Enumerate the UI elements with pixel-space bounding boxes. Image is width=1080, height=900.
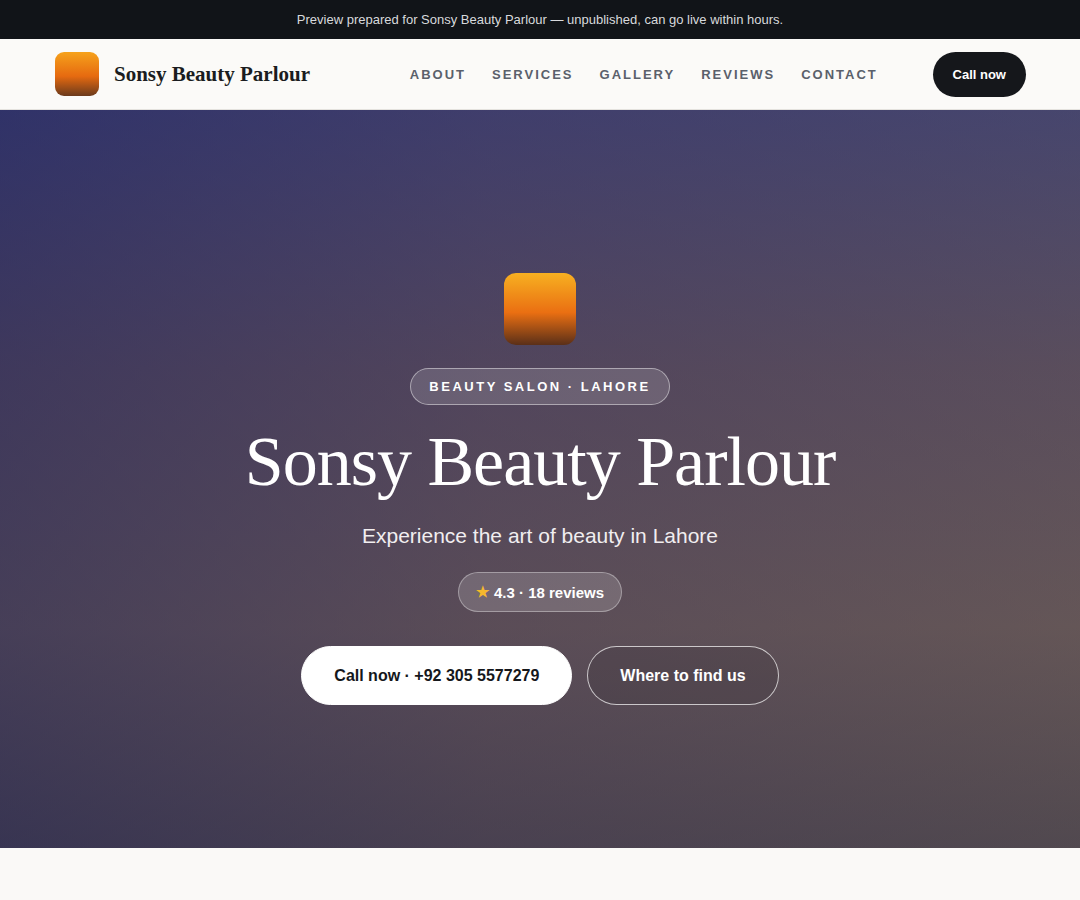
hero-subtitle: Experience the art of beauty in Lahore <box>362 524 718 548</box>
preview-banner: Preview prepared for Sonsy Beauty Parlou… <box>0 0 1080 39</box>
nav-link[interactable]: REVIEWS <box>701 67 775 82</box>
nav-links: ABOUT SERVICES GALLERY REVIEWS CONTACT <box>410 67 878 82</box>
nav-link[interactable]: CONTACT <box>801 67 878 82</box>
nav-bar: Sonsy Beauty Parlour ABOUT SERVICES GALLERY… <box>0 39 1080 110</box>
category-badge: BEAUTY SALON · LAHORE <box>410 368 669 405</box>
rating-pill: ★ 4.3 · 18 reviews <box>458 572 622 612</box>
hero: BEAUTY SALON · LAHORE Sonsy Beauty Parlou… <box>0 110 1080 848</box>
location-button[interactable]: Where to find us <box>587 646 778 705</box>
call-phone-button[interactable]: Call now · +92 305 5577279 <box>301 646 572 705</box>
logo-image <box>55 52 99 96</box>
brand[interactable]: Sonsy Beauty Parlour <box>55 52 355 96</box>
nav-link[interactable]: ABOUT <box>410 67 466 82</box>
hero-actions: Call now · +92 305 5577279 Where to find … <box>301 646 778 705</box>
page: Preview prepared for Sonsy Beauty Parlou… <box>0 0 1080 900</box>
next-section <box>0 848 1080 900</box>
hero-content: BEAUTY SALON · LAHORE Sonsy Beauty Parlou… <box>0 110 1080 848</box>
banner-text: Preview prepared for Sonsy Beauty Parlou… <box>297 12 783 27</box>
hero-logo-image <box>504 273 576 345</box>
star-icon: ★ <box>476 583 489 601</box>
nav-link[interactable]: GALLERY <box>600 67 676 82</box>
nav-link[interactable]: SERVICES <box>492 67 574 82</box>
hero-title: Sonsy Beauty Parlour <box>245 423 836 500</box>
brand-name: Sonsy Beauty Parlour <box>114 62 310 87</box>
call-button[interactable]: Call now <box>933 52 1026 97</box>
rating-text: 4.3 · 18 reviews <box>494 584 604 601</box>
